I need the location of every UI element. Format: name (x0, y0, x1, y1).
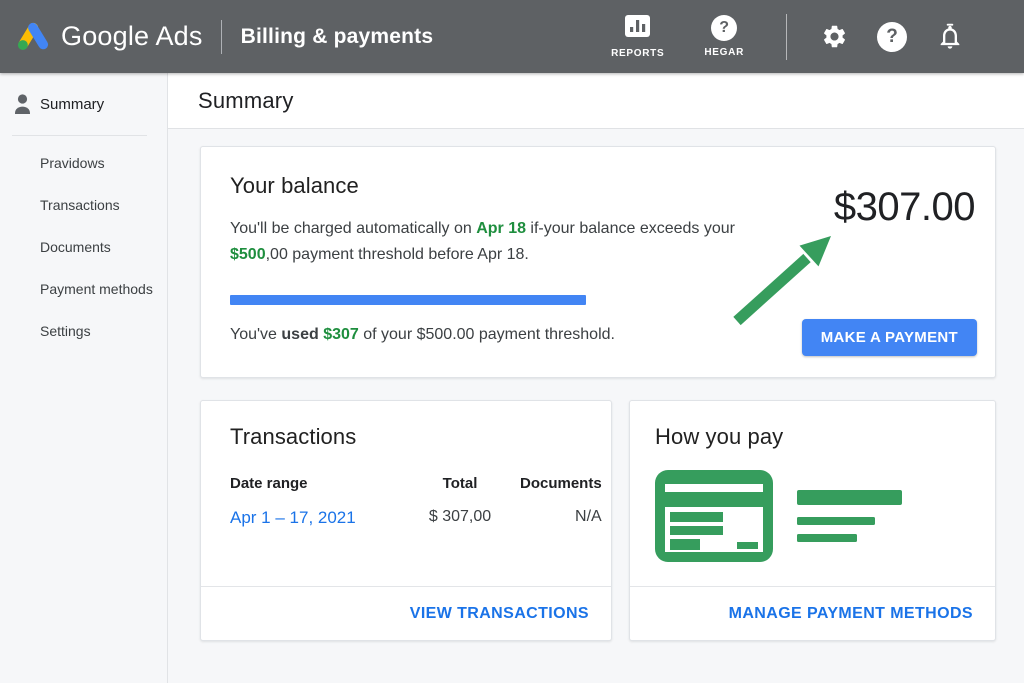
question-circle-icon: ? (711, 15, 737, 41)
used-word: used (281, 326, 318, 343)
manage-payment-methods-link[interactable]: MANAGE PAYMENT METHODS (729, 605, 973, 623)
balance-progress-bar (230, 295, 810, 305)
account-button[interactable]: ? HEGAR (704, 15, 744, 58)
sidebar-item-settings[interactable]: Settings (0, 310, 167, 352)
how-you-pay-card-footer: MANAGE PAYMENT METHODS (630, 586, 995, 640)
make-a-payment-button[interactable]: MAKE A PAYMENT (802, 319, 977, 356)
transactions-table: Date range Total Documents Apr 1 – 17, 2… (230, 475, 583, 528)
notifications-bell-icon[interactable] (936, 23, 964, 51)
reports-label: REPORTS (611, 48, 664, 59)
credit-card-illustration-icon (655, 470, 995, 567)
sidebar-item-pravidows[interactable]: Pravidows (0, 142, 167, 184)
google-ads-logo-icon[interactable] (14, 20, 51, 53)
header-divider (221, 20, 222, 54)
used-text-part: You've (230, 326, 281, 343)
sidebar-item-documents[interactable]: Documents (0, 226, 167, 268)
page-titlebar: Summary (168, 73, 1024, 129)
charge-threshold: $500 (230, 246, 266, 263)
sidebar-item-payment-methods[interactable]: Payment methods (0, 268, 167, 310)
table-row-total: $ 307,00 (400, 508, 520, 528)
charge-text-part: ,00 payment threshold before Apr 18. (266, 246, 529, 263)
page-title: Summary (198, 88, 294, 114)
person-icon (14, 94, 31, 114)
sidebar: Summary Pravidows Transactions Documents… (0, 73, 168, 683)
transactions-card-footer: VIEW TRANSACTIONS (201, 586, 611, 640)
table-row-date-range: Apr 1 – 17, 2021 (230, 508, 400, 528)
sidebar-summary-label: Summary (40, 96, 104, 113)
transactions-card-title: Transactions (230, 424, 583, 450)
brand-name: Google Ads (61, 21, 203, 52)
balance-amount: $307.00 (834, 185, 975, 230)
settings-gear-icon[interactable] (821, 23, 848, 50)
table-row-documents: N/A (520, 508, 602, 528)
charge-text-part: You'll be charged automatically on (230, 220, 476, 237)
account-label: HEGAR (704, 47, 744, 58)
help-icon[interactable]: ? (877, 22, 907, 52)
charge-text-part: if-your balance exceeds your (526, 220, 735, 237)
reports-button[interactable]: REPORTS (611, 15, 664, 59)
balance-charge-text: You'll be charged automatically on Apr 1… (230, 216, 752, 268)
column-header-total: Total (400, 475, 520, 492)
used-amount: $307 (323, 326, 359, 343)
how-you-pay-title: How you pay (655, 424, 995, 450)
transactions-card: Transactions Date range Total Documents … (200, 400, 612, 641)
header-vertical-divider (786, 14, 787, 60)
how-you-pay-card: How you pay (629, 400, 996, 641)
balance-progress-fill (230, 295, 586, 305)
bar-chart-icon (625, 15, 650, 42)
app-header: Google Ads Billing & payments REPORTS ? … (0, 0, 1024, 73)
view-transactions-link[interactable]: VIEW TRANSACTIONS (410, 605, 589, 623)
sidebar-divider (12, 135, 147, 136)
section-title: Billing & payments (241, 25, 434, 49)
sidebar-item-transactions[interactable]: Transactions (0, 184, 167, 226)
balance-card: Your balance You'll be charged automatic… (200, 146, 996, 378)
column-header-date-range: Date range (230, 475, 400, 492)
trend-up-arrow-icon (727, 233, 837, 333)
column-header-documents: Documents (520, 475, 602, 492)
date-range-link[interactable]: Apr 1 – 17, 2021 (230, 508, 356, 527)
used-text-part: of your $500.00 payment threshold. (359, 326, 615, 343)
sidebar-item-summary[interactable]: Summary (0, 92, 167, 116)
charge-date: Apr 18 (476, 220, 526, 237)
